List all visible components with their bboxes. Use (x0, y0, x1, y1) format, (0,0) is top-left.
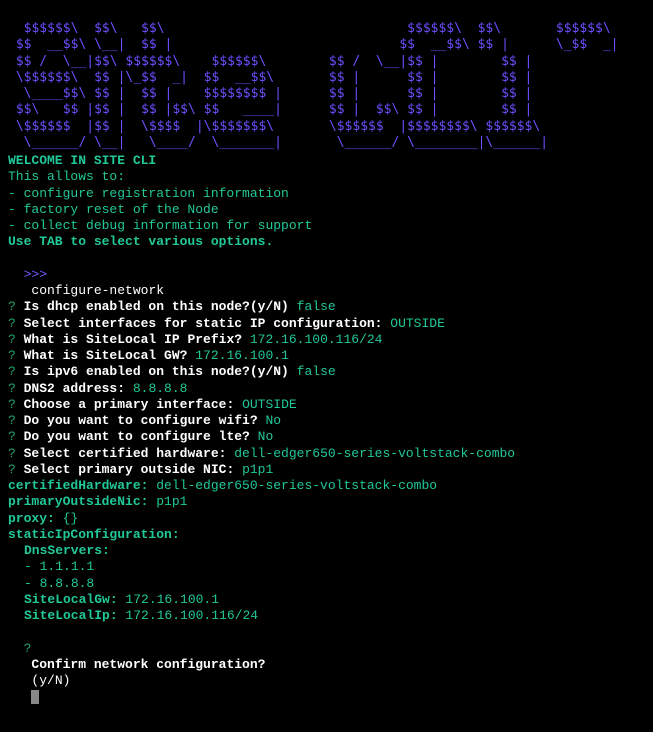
command-line[interactable]: >>> configure-network (8, 251, 645, 300)
answer-text: false (297, 364, 336, 379)
prompt-symbol: >>> (24, 267, 47, 282)
question-mark-icon: ? (8, 299, 16, 314)
cursor-block (31, 690, 39, 704)
question-mark-icon: ? (8, 462, 16, 477)
config-dns-servers-label: DnsServers: (8, 543, 645, 559)
question-line-6: ? Choose a primary interface: OUTSIDE (8, 397, 645, 413)
question-mark-icon: ? (8, 332, 16, 347)
question-text: Is ipv6 enabled on this node?(y/N) (16, 364, 297, 379)
question-text: Do you want to configure wifi? (16, 413, 266, 428)
ascii-banner: $$$$$$\ $$\ $$\ $$$$$$\ $$\ $$$$$$\ $$ _… (8, 21, 645, 151)
question-line-8: ? Do you want to configure lte? No (8, 429, 645, 445)
intro-item-1: - factory reset of the Node (8, 202, 645, 218)
question-text: Select interfaces for static IP configur… (16, 316, 390, 331)
question-mark-icon: ? (8, 348, 16, 363)
command-value: configure-network (31, 283, 164, 298)
question-line-0: ? Is dhcp enabled on this node?(y/N) fal… (8, 299, 645, 315)
question-mark-icon: ? (8, 381, 16, 396)
answer-text: OUTSIDE (390, 316, 445, 331)
answer-text: 172.16.100.1 (195, 348, 289, 363)
answer-text: No (258, 429, 274, 444)
confirm-prompt[interactable]: ? Confirm network configuration? (y/N) (8, 624, 645, 705)
question-line-3: ? What is SiteLocal GW? 172.16.100.1 (8, 348, 645, 364)
config-sitelocal-ip: SiteLocalIp: 172.16.100.116/24 (8, 608, 645, 624)
question-text: Select certified hardware: (16, 446, 234, 461)
question-line-2: ? What is SiteLocal IP Prefix? 172.16.10… (8, 332, 645, 348)
config-sitelocal-gw: SiteLocalGw: 172.16.100.1 (8, 592, 645, 608)
config-primary-outside-nic: primaryOutsideNic: p1p1 (8, 494, 645, 510)
question-text: Choose a primary interface: (16, 397, 242, 412)
config-dns-0: - 1.1.1.1 (8, 559, 645, 575)
config-static-ip: staticIpConfiguration: (8, 527, 645, 543)
question-text: Do you want to configure lte? (16, 429, 258, 444)
answer-text: dell-edger650-series-voltstack-combo (234, 446, 515, 461)
answer-text: p1p1 (242, 462, 273, 477)
config-certified-hardware: certifiedHardware: dell-edger650-series-… (8, 478, 645, 494)
question-text: What is SiteLocal IP Prefix? (16, 332, 250, 347)
question-line-5: ? DNS2 address: 8.8.8.8 (8, 381, 645, 397)
question-text: Select primary outside NIC: (16, 462, 242, 477)
answer-text: OUTSIDE (242, 397, 297, 412)
answer-text: No (265, 413, 281, 428)
question-line-10: ? Select primary outside NIC: p1p1 (8, 462, 645, 478)
question-mark-icon: ? (8, 397, 16, 412)
answer-text: false (297, 299, 336, 314)
intro-header: This allows to: (8, 169, 645, 185)
question-line-9: ? Select certified hardware: dell-edger6… (8, 446, 645, 462)
intro-item-2: - collect debug information for support (8, 218, 645, 234)
answer-text: 8.8.8.8 (133, 381, 188, 396)
question-mark-icon: ? (8, 413, 16, 428)
question-text: DNS2 address: (16, 381, 133, 396)
config-dns-1: - 8.8.8.8 (8, 576, 645, 592)
question-mark-icon: ? (8, 316, 16, 331)
question-line-7: ? Do you want to configure wifi? No (8, 413, 645, 429)
question-mark-icon: ? (8, 429, 16, 444)
config-proxy: proxy: {} (8, 511, 645, 527)
answer-text: 172.16.100.116/24 (250, 332, 383, 347)
question-text: Is dhcp enabled on this node?(y/N) (16, 299, 297, 314)
question-text: What is SiteLocal GW? (16, 348, 195, 363)
welcome-text: WELCOME IN SITE CLI (8, 153, 645, 169)
question-mark-icon: ? (8, 446, 16, 461)
tab-hint: Use TAB to select various options. (8, 234, 645, 250)
question-mark-icon: ? (8, 364, 16, 379)
intro-item-0: - configure registration information (8, 186, 645, 202)
question-line-4: ? Is ipv6 enabled on this node?(y/N) fal… (8, 364, 645, 380)
question-line-1: ? Select interfaces for static IP config… (8, 316, 645, 332)
